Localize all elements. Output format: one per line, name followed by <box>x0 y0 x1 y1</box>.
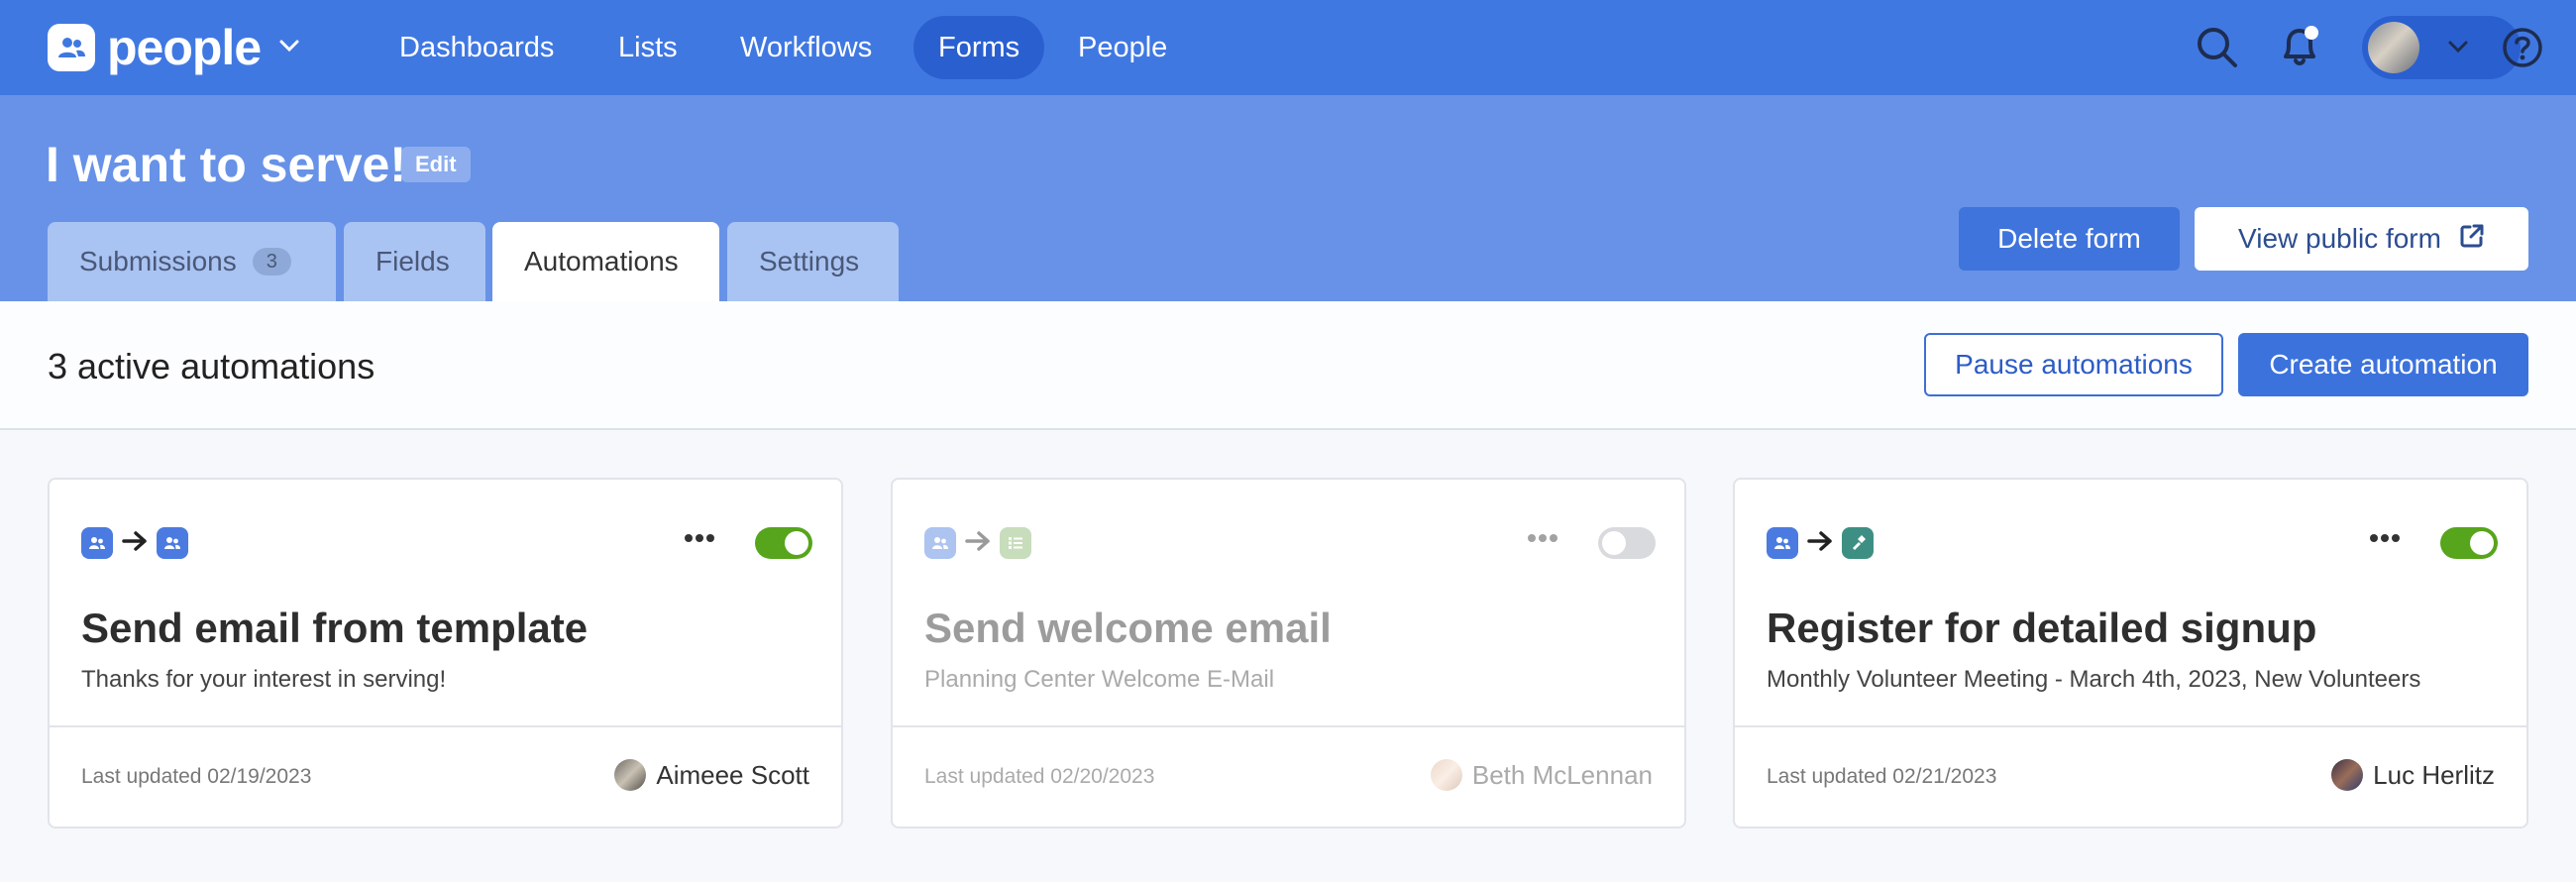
last-updated: Last updated 02/19/2023 <box>81 765 312 788</box>
automation-subtitle: Monthly Volunteer Meeting - March 4th, 2… <box>1767 666 2421 693</box>
avatar <box>614 759 647 791</box>
nav-link-lists[interactable]: Lists <box>593 16 702 79</box>
pause-automations-button[interactable]: Pause automations <box>1924 333 2223 396</box>
automation-subtitle: Planning Center Welcome E-Mail <box>924 666 1275 693</box>
people-icon <box>157 527 188 559</box>
search-icon[interactable] <box>2194 24 2241 71</box>
nav-link-dashboards[interactable]: Dashboards <box>375 16 579 79</box>
author: Luc Herlitz <box>2331 759 2495 791</box>
toggle-knob <box>785 531 808 555</box>
avatar <box>1430 759 1462 791</box>
people-icon <box>1767 527 1798 559</box>
lists-icon <box>1000 527 1031 559</box>
more-options-icon[interactable] <box>684 531 715 549</box>
form-header: I want to serve! Edit Submissions 3 Fiel… <box>0 95 2576 301</box>
tab-fields[interactable]: Fields <box>344 222 485 301</box>
tab-label: Fields <box>376 246 450 276</box>
tab-label: Automations <box>524 246 679 276</box>
tab-submissions[interactable]: Submissions 3 <box>48 222 336 301</box>
author-name: Aimeee Scott <box>656 759 809 790</box>
registrations-icon <box>1842 527 1874 559</box>
last-updated: Last updated 02/20/2023 <box>924 765 1155 788</box>
automation-flow <box>924 527 1031 559</box>
automation-toggle[interactable] <box>755 527 812 559</box>
more-options-icon[interactable] <box>1527 531 1558 549</box>
app-name: people <box>107 20 262 75</box>
automation-card[interactable]: Register for detailed signup Monthly Vol… <box>1733 478 2528 828</box>
tab-automations[interactable]: Automations <box>492 222 719 301</box>
automations-toolbar: 3 active automations Pause automations C… <box>0 301 2576 430</box>
arrow-right-icon <box>1806 529 1834 558</box>
people-icon <box>81 527 113 559</box>
people-logo-icon <box>48 24 95 71</box>
automation-toggle[interactable] <box>2440 527 2498 559</box>
page-title: I want to serve! <box>46 137 406 192</box>
card-footer: Last updated 02/19/2023 Aimeee Scott <box>50 725 841 828</box>
avatar <box>2331 759 2364 791</box>
author: Beth McLennan <box>1430 759 1653 791</box>
tab-settings[interactable]: Settings <box>727 222 899 301</box>
view-public-form-button[interactable]: View public form <box>2195 207 2528 271</box>
toggle-knob <box>2470 531 2494 555</box>
arrow-right-icon <box>964 529 992 558</box>
automation-flow <box>81 527 188 559</box>
app-switcher[interactable]: people <box>48 20 300 75</box>
author: Aimeee Scott <box>614 759 809 791</box>
automation-title: Register for detailed signup <box>1767 605 2317 651</box>
nav-link-workflows[interactable]: Workflows <box>715 16 897 79</box>
automation-subtitle: Thanks for your interest in serving! <box>81 666 447 693</box>
top-navigation: people Dashboards Lists Workflows Forms … <box>0 0 2576 95</box>
last-updated: Last updated 02/21/2023 <box>1767 765 1997 788</box>
card-footer: Last updated 02/21/2023 Luc Herlitz <box>1735 725 2526 828</box>
help-icon[interactable] <box>2501 26 2544 69</box>
external-link-icon <box>2459 223 2485 256</box>
people-icon <box>924 527 956 559</box>
automation-card[interactable]: Send email from template Thanks for your… <box>48 478 843 828</box>
more-options-icon[interactable] <box>2369 531 2401 549</box>
card-footer: Last updated 02/20/2023 Beth McLennan <box>893 725 1684 828</box>
automation-title: Send welcome email <box>924 605 1332 651</box>
automation-card[interactable]: Send welcome email Planning Center Welco… <box>891 478 1686 828</box>
edit-title-button[interactable]: Edit <box>401 147 471 182</box>
author-name: Luc Herlitz <box>2373 759 2495 790</box>
chevron-down-icon <box>2447 40 2469 58</box>
notifications-bell-icon[interactable] <box>2275 22 2324 71</box>
author-name: Beth McLennan <box>1471 759 1653 790</box>
tab-label: Submissions <box>79 246 237 276</box>
user-menu[interactable] <box>2362 16 2521 79</box>
chevron-down-icon <box>278 39 300 57</box>
automation-flow <box>1767 527 1874 559</box>
automation-toggle[interactable] <box>1598 527 1656 559</box>
arrow-right-icon <box>121 529 149 558</box>
active-automations-count: 3 active automations <box>48 346 376 386</box>
nav-link-forms[interactable]: Forms <box>913 16 1045 79</box>
nav-link-people[interactable]: People <box>1053 16 1192 79</box>
view-public-form-label: View public form <box>2238 223 2441 254</box>
delete-form-button[interactable]: Delete form <box>1959 207 2180 271</box>
submissions-count-badge: 3 <box>252 248 291 276</box>
tab-label: Settings <box>759 246 860 276</box>
avatar <box>2368 22 2419 73</box>
automation-title: Send email from template <box>81 605 589 651</box>
toggle-knob <box>1602 531 1626 555</box>
create-automation-button[interactable]: Create automation <box>2238 333 2528 396</box>
